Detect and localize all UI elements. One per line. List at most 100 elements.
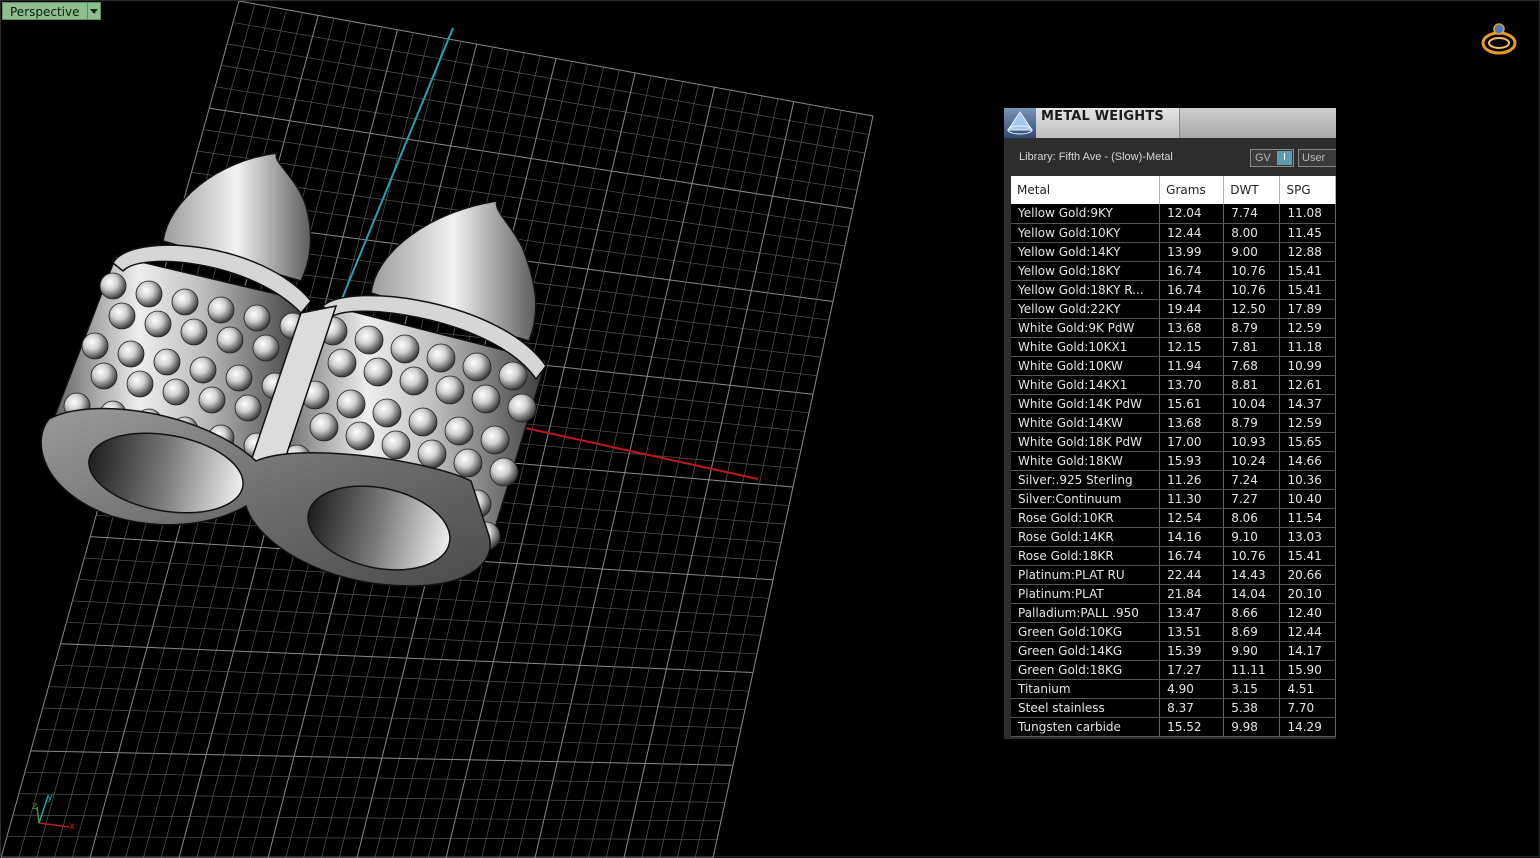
cell-metal: Silver:Continuum (1011, 489, 1160, 508)
cell-dwt: 3.15 (1224, 679, 1280, 698)
cell-spg: 10.40 (1280, 489, 1336, 508)
axis-triad-x-label: x (69, 821, 75, 832)
cell-spg: 15.65 (1280, 432, 1336, 451)
cell-dwt: 7.24 (1224, 470, 1280, 489)
ring-model[interactable] (41, 153, 546, 586)
cell-metal: Tungsten carbide (1011, 717, 1160, 736)
cell-grams: 13.70 (1160, 375, 1224, 394)
table-row[interactable]: White Gold:14K PdW15.6110.0414.37 (1011, 394, 1336, 413)
gv-toggle-indicator[interactable]: I (1277, 151, 1292, 165)
table-row[interactable]: Green Gold:14KG15.399.9014.17 (1011, 641, 1336, 660)
table-header-row: Metal Grams DWT SPG (1011, 176, 1336, 204)
gv-toggle-button[interactable]: GV I (1250, 149, 1294, 167)
cell-spg: 15.90 (1280, 660, 1336, 679)
cell-dwt: 9.98 (1224, 717, 1280, 736)
cell-dwt: 7.81 (1224, 337, 1280, 356)
cell-dwt: 10.24 (1224, 451, 1280, 470)
table-row[interactable]: Platinum:PLAT21.8414.0420.10 (1011, 584, 1336, 603)
column-header-dwt[interactable]: DWT (1224, 176, 1280, 204)
cell-metal: Platinum:PLAT (1011, 584, 1160, 603)
table-row[interactable]: White Gold:14KX113.708.8112.61 (1011, 375, 1336, 394)
table-row[interactable]: White Gold:10KW11.947.6810.99 (1011, 356, 1336, 375)
column-header-metal[interactable]: Metal (1011, 176, 1160, 204)
table-row[interactable]: Yellow Gold:18KY16.7410.7615.41 (1011, 261, 1336, 280)
viewport-name-label[interactable]: Perspective (2, 2, 88, 20)
cell-metal: Green Gold:14KG (1011, 641, 1160, 660)
column-header-spg[interactable]: SPG (1280, 176, 1336, 204)
panel-title: METAL WEIGHTS (1036, 108, 1180, 138)
table-row[interactable]: Steel stainless8.375.387.70 (1011, 698, 1336, 717)
cell-grams: 22.44 (1160, 565, 1224, 584)
cell-grams: 12.04 (1160, 204, 1224, 223)
cell-metal: Yellow Gold:9KY (1011, 204, 1160, 223)
ring-icon[interactable] (1479, 21, 1519, 57)
chevron-down-icon[interactable] (88, 2, 101, 20)
cell-metal: Yellow Gold:10KY (1011, 223, 1160, 242)
cell-dwt: 9.10 (1224, 527, 1280, 546)
cell-spg: 11.54 (1280, 508, 1336, 527)
table-row[interactable]: Yellow Gold:18KY R...16.7410.7615.41 (1011, 280, 1336, 299)
table-row[interactable]: Silver:Continuum11.307.2710.40 (1011, 489, 1336, 508)
cell-dwt: 7.68 (1224, 356, 1280, 375)
table-row[interactable]: White Gold:14KW13.688.7912.59 (1011, 413, 1336, 432)
cell-dwt: 8.81 (1224, 375, 1280, 394)
table-row[interactable]: Tungsten carbide15.529.9814.29 (1011, 717, 1336, 736)
table-row[interactable]: Yellow Gold:14KY13.999.0012.88 (1011, 242, 1336, 261)
table-row[interactable]: White Gold:9K PdW13.688.7912.59 (1011, 318, 1336, 337)
cell-grams: 12.44 (1160, 223, 1224, 242)
cell-grams: 14.16 (1160, 527, 1224, 546)
cell-metal: White Gold:18K PdW (1011, 432, 1160, 451)
viewport-tab[interactable]: Perspective (2, 2, 101, 20)
cell-spg: 14.66 (1280, 451, 1336, 470)
cell-grams: 16.74 (1160, 280, 1224, 299)
table-row[interactable]: White Gold:18KW15.9310.2414.66 (1011, 451, 1336, 470)
table-row[interactable]: White Gold:18K PdW17.0010.9315.65 (1011, 432, 1336, 451)
table-row[interactable]: Rose Gold:10KR12.548.0611.54 (1011, 508, 1336, 527)
table-row[interactable]: Titanium4.903.154.51 (1011, 679, 1336, 698)
cell-spg: 17.89 (1280, 299, 1336, 318)
table-row[interactable]: White Gold:10KX112.157.8111.18 (1011, 337, 1336, 356)
cell-grams: 8.37 (1160, 698, 1224, 717)
table-row[interactable]: Silver:.925 Sterling11.267.2410.36 (1011, 470, 1336, 489)
cell-dwt: 8.00 (1224, 223, 1280, 242)
cell-spg: 12.88 (1280, 242, 1336, 261)
cell-metal: Silver:.925 Sterling (1011, 470, 1160, 489)
table-row[interactable]: Platinum:PLAT RU22.4414.4320.66 (1011, 565, 1336, 584)
cell-spg: 12.59 (1280, 318, 1336, 337)
cell-spg: 11.08 (1280, 204, 1336, 223)
cell-metal: Green Gold:18KG (1011, 660, 1160, 679)
cell-metal: Green Gold:10KG (1011, 622, 1160, 641)
cell-grams: 15.93 (1160, 451, 1224, 470)
cell-metal: White Gold:10KW (1011, 356, 1160, 375)
cell-spg: 10.99 (1280, 356, 1336, 375)
column-header-grams[interactable]: Grams (1160, 176, 1224, 204)
cell-spg: 15.41 (1280, 261, 1336, 280)
cell-grams: 11.94 (1160, 356, 1224, 375)
cell-spg: 10.36 (1280, 470, 1336, 489)
table-row[interactable]: Rose Gold:14KR14.169.1013.03 (1011, 527, 1336, 546)
cell-dwt: 9.00 (1224, 242, 1280, 261)
cell-spg: 11.45 (1280, 223, 1336, 242)
cell-metal: Palladium:PALL .950 (1011, 603, 1160, 622)
table-row[interactable]: Green Gold:18KG17.2711.1115.90 (1011, 660, 1336, 679)
metal-weights-panel: METAL WEIGHTS Library: Fifth Ave - (Slow… (1004, 108, 1336, 739)
table-row[interactable]: Palladium:PALL .95013.478.6612.40 (1011, 603, 1336, 622)
cell-spg: 20.10 (1280, 584, 1336, 603)
cell-dwt: 5.38 (1224, 698, 1280, 717)
table-row[interactable]: Yellow Gold:10KY12.448.0011.45 (1011, 223, 1336, 242)
axis-triad: x y z (32, 792, 75, 832)
cell-dwt: 8.69 (1224, 622, 1280, 641)
table-row[interactable]: Rose Gold:18KR16.7410.7615.41 (1011, 546, 1336, 565)
panel-header: METAL WEIGHTS (1004, 108, 1336, 138)
cell-grams: 17.00 (1160, 432, 1224, 451)
table-row[interactable]: Yellow Gold:9KY12.047.7411.08 (1011, 204, 1336, 223)
table-row[interactable]: Yellow Gold:22KY19.4412.5017.89 (1011, 299, 1336, 318)
cell-spg: 13.03 (1280, 527, 1336, 546)
cell-metal: Yellow Gold:18KY (1011, 261, 1160, 280)
cell-dwt: 7.74 (1224, 204, 1280, 223)
table-row[interactable]: Green Gold:10KG13.518.6912.44 (1011, 622, 1336, 641)
cell-spg: 14.29 (1280, 717, 1336, 736)
cell-dwt: 9.90 (1224, 641, 1280, 660)
cell-spg: 20.66 (1280, 565, 1336, 584)
user-button[interactable]: User (1298, 149, 1336, 167)
